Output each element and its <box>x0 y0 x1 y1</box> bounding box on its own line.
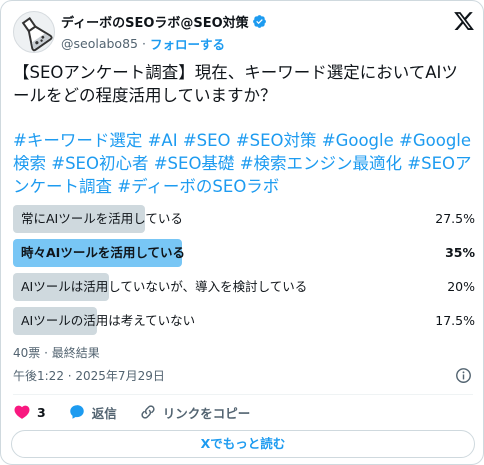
poll: 常にAIツールを活用している 27.5% 時々AIツールを活用している 35% … <box>13 205 475 341</box>
poll-option-label: 常にAIツールを活用している <box>21 211 183 226</box>
poll-option-label: AIツールは活用していないが、導入を検討している <box>21 279 308 294</box>
hashtag[interactable]: #AI <box>148 131 183 150</box>
reply-button[interactable]: 返信 <box>68 403 117 422</box>
hashtag[interactable]: #SEO初心者 <box>51 154 153 173</box>
reply-label: 返信 <box>91 405 117 421</box>
hashtag[interactable]: #SEO対策 <box>236 131 322 150</box>
x-logo-icon[interactable] <box>453 10 475 32</box>
author-name-row: ディーボのSEOラボ@SEO対策 <box>61 11 267 31</box>
separator-dot: · <box>141 35 146 51</box>
action-bar: 3 返信 リンクをコピー <box>13 401 272 423</box>
poll-option: 時々AIツールを活用している 35% <box>13 239 475 267</box>
tweet-text: 【SEOアンケート調査】現在、キーワード選定においてAIツールをどの程度活用して… <box>13 63 458 105</box>
hashtag[interactable]: #ディーボのSEOラボ <box>117 177 279 196</box>
like-button[interactable]: 3 <box>13 403 46 421</box>
poll-meta: 40票 · 最終結果 <box>13 346 100 360</box>
copy-link-label: リンクをコピー <box>162 405 251 421</box>
poll-option-label: 時々AIツールを活用している <box>21 245 185 260</box>
author-name[interactable]: ディーボのSEOラボ@SEO対策 <box>61 12 249 31</box>
hashtag-list: #キーワード選定 #AI #SEO #SEO対策 #Google #Google… <box>13 129 477 198</box>
read-more-on-x-button[interactable]: Xでもっと読む <box>11 430 475 458</box>
poll-option-percent: 17.5% <box>435 313 475 328</box>
reply-bubble-icon <box>69 405 84 419</box>
like-count: 3 <box>37 404 46 420</box>
verified-badge-icon <box>252 14 266 28</box>
follow-button[interactable]: フォローする <box>150 34 225 53</box>
poll-option: 常にAIツールを活用している 27.5% <box>13 205 475 233</box>
hashtag[interactable]: #検索エンジン最適化 <box>240 154 408 173</box>
hashtag[interactable]: #Google <box>322 131 399 150</box>
copy-link-button[interactable]: リンクをコピー <box>139 403 251 422</box>
hashtag[interactable]: #SEO基礎 <box>154 154 240 173</box>
tweet-card: ディーボのSEOラボ@SEO対策 @seolabo85 · フォローする 【SE… <box>0 0 484 465</box>
hashtag[interactable]: #キーワード選定 <box>13 131 148 150</box>
link-icon <box>141 405 155 419</box>
flask-avatar-icon <box>21 17 53 52</box>
avatar[interactable] <box>13 11 55 53</box>
poll-option-percent: 27.5% <box>435 211 475 226</box>
info-icon[interactable] <box>455 367 472 384</box>
poll-option-percent: 20% <box>447 279 475 294</box>
poll-option: AIツールの活用は考えていない 17.5% <box>13 307 475 335</box>
divider <box>13 394 473 395</box>
poll-option-percent: 35% <box>445 245 475 260</box>
heart-icon <box>14 405 30 419</box>
handle-row: @seolabo85 · フォローする <box>61 34 225 52</box>
timestamp[interactable]: 午後1:22 · 2025年7月29日 <box>13 367 165 384</box>
poll-option: AIツールは活用していないが、導入を検討している 20% <box>13 273 475 301</box>
author-handle[interactable]: @seolabo85 <box>61 36 138 51</box>
poll-option-label: AIツールの活用は考えていない <box>21 313 196 328</box>
hashtag[interactable]: #SEO <box>183 131 236 150</box>
